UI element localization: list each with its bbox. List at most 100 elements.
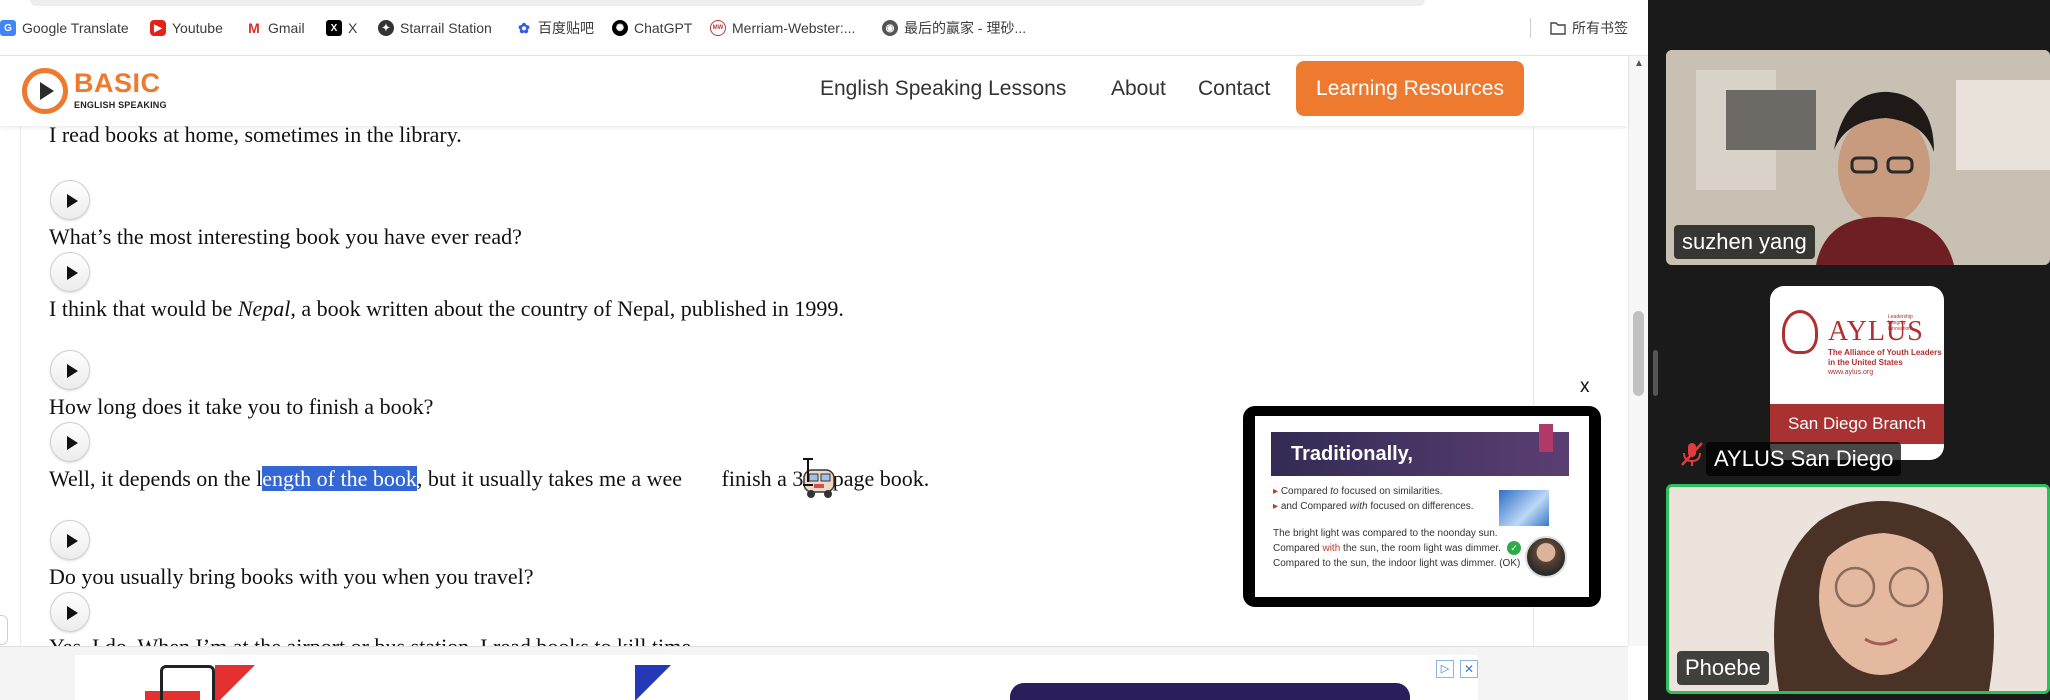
bookmark-label: Google Translate [22,20,129,36]
bookmark-chatgpt[interactable]: ✺ ChatGPT [612,17,692,39]
x-icon: X [326,20,342,36]
text-run: to [1330,486,1339,497]
bookmark-site[interactable]: ◉ 最后的赢家 - 理砂... [882,17,1026,39]
text-run: , but it usually takes me a wee [416,466,683,491]
aylus-tagline: Leadership Integrity Innovation [1888,314,1913,332]
text-run: , a book written about the country of Ne… [290,296,844,321]
ad-info-icon[interactable]: ▷ [1436,660,1454,678]
folder-icon [1550,22,1566,35]
participant-name: suzhen yang [1674,225,1815,259]
question-text: How long does it take you to finish a bo… [49,394,434,419]
bullet-arrow-icon: ▸ [1273,486,1279,497]
resize-handle[interactable] [1653,350,1658,396]
participant-name: Phoebe [1677,651,1769,685]
check-icon: ✓ [1507,541,1521,555]
nav-about[interactable]: About [1111,77,1166,101]
all-bookmarks-button[interactable]: 所有书签 [1550,17,1628,39]
presenter-thumbnail [1525,536,1567,578]
text-run: the sun, the room light was dimmer. [1340,543,1501,554]
bookmark-label: X [348,20,358,36]
question-text: Do you usually bring books with you when… [49,564,534,589]
audio-play-button[interactable] [50,350,90,390]
audio-play-button[interactable] [50,520,90,560]
aylus-subtitle-line: The Alliance of Youth Leaders [1828,348,1942,357]
gmail-icon: M [248,20,260,36]
scroll-up-arrow-icon[interactable]: ▲ [1634,58,1644,69]
ad-creative[interactable] [75,655,1478,700]
video-tile-phoebe[interactable]: Phoebe [1666,484,2050,694]
text-run: focused on differences. [1367,501,1474,512]
nav-english-speaking-lessons[interactable]: English Speaking Lessons [820,77,1066,101]
bookmark-label: Starrail Station [400,20,492,36]
audio-play-button[interactable] [50,422,90,462]
question-text: What’s the most interesting book you hav… [49,224,522,249]
bookmark-youtube[interactable]: ▶ Youtube [150,17,223,39]
text-run: focused on similarities. [1338,486,1443,497]
aylus-subtitle: The Alliance of Youth Leaders in the Uni… [1828,348,1942,368]
answer-text: Yes, I do. When I’m at the airport or bu… [49,634,696,646]
play-logo-icon [22,68,68,114]
text-run: Well, it depends on the l [49,466,263,491]
google-translate-icon: G [0,20,16,36]
answer-text[interactable]: Well, it depends on the length of the bo… [49,466,929,492]
video-tile-aylus-san-diego[interactable]: AYLUS Leadership Integrity Innovation Th… [1666,282,2050,482]
slide-bullet: ▸ and Compared with focused on differenc… [1273,501,1474,512]
bookmark-x[interactable]: X X [326,17,357,39]
chatgpt-icon: ✺ [612,20,628,36]
slide-sky-image [1499,490,1549,526]
page-scrollbar[interactable]: ▲ [1628,56,1648,646]
bookmark-label: Youtube [172,20,223,36]
panel-divider[interactable] [1648,0,1664,700]
logo-word: BASIC [74,68,161,98]
slide-title: Traditionally, [1291,443,1413,465]
video-tile-suzhen-yang[interactable]: suzhen yang [1666,50,2050,265]
audio-play-button[interactable] [50,180,90,220]
bookmark-gmail[interactable]: M Gmail [246,17,305,39]
all-bookmarks-label: 所有书签 [1572,20,1628,36]
bullet-arrow-icon: ▸ [1273,501,1279,512]
text-cursor-icon [803,458,813,486]
text-run: Compared [1273,543,1323,554]
aylus-subtitle-line: in the United States [1828,358,1903,367]
bookmark-google-translate[interactable]: G Google Translate [0,17,129,39]
bookmark-label: 百度贴吧 [538,20,594,36]
learning-resources-button[interactable]: Learning Resources [1296,61,1524,116]
bookmark-label: Gmail [268,20,305,36]
side-panel-tab[interactable] [0,615,8,645]
bookmark-baidu-tieba[interactable]: ✿ 百度贴吧 [516,17,594,39]
bookmarks-separator [1530,18,1531,38]
slide-close-button[interactable]: x [1580,376,1590,398]
merriam-webster-icon: MW [710,20,726,36]
nav-contact[interactable]: Contact [1198,77,1270,101]
slide-preview-popup[interactable]: Traditionally, ▸ Compared to focused on … [1243,406,1601,607]
slide-example: Compared to the sun, the indoor light wa… [1273,558,1521,569]
ad-banner[interactable] [0,646,1628,700]
audio-play-button[interactable] [50,252,90,292]
scroll-thumb[interactable] [1633,311,1644,396]
mic-muted-icon [1681,442,1703,466]
text-run: Compared [1280,486,1331,497]
slide-title-banner: Traditionally, [1271,424,1569,476]
lightbulb-icon [1782,310,1818,354]
ad-graphic [215,665,255,700]
text-run: I think that would be [49,296,238,321]
bookmark-site-icon: ◉ [882,20,898,36]
slide-example: Compared with the sun, the room light wa… [1273,543,1501,554]
answer-text: I read books at home, sometimes in the l… [49,126,462,147]
aylus-logo: AYLUS Leadership Integrity Innovation Th… [1770,286,1944,460]
video-gallery: suzhen yang AYLUS Leadership Integrity I… [1664,0,2050,700]
bookmark-starrail-station[interactable]: ✦ Starrail Station [378,17,492,39]
bookmark-label: Merriam-Webster:... [732,20,856,36]
selected-text[interactable]: ength of the book [262,466,417,491]
browser-window: G Google Translate ▶ Youtube M Gmail X X… [0,0,1648,700]
site-logo[interactable]: BASIC ENGLISH SPEAKING [22,66,167,116]
bookmark-merriam-webster[interactable]: MW Merriam-Webster:... [710,17,855,39]
slide-content: Traditionally, ▸ Compared to focused on … [1255,416,1589,597]
book-title: Nepal [237,296,291,321]
ad-graphic [1010,683,1410,700]
address-bar-edge[interactable] [30,0,1425,6]
site-header: BASIC ENGLISH SPEAKING English Speaking … [0,56,1628,126]
audio-play-button[interactable] [50,592,90,632]
ad-close-icon[interactable]: ✕ [1460,660,1478,678]
slide-bullet: ▸ Compared to focused on similarities. [1273,486,1443,497]
